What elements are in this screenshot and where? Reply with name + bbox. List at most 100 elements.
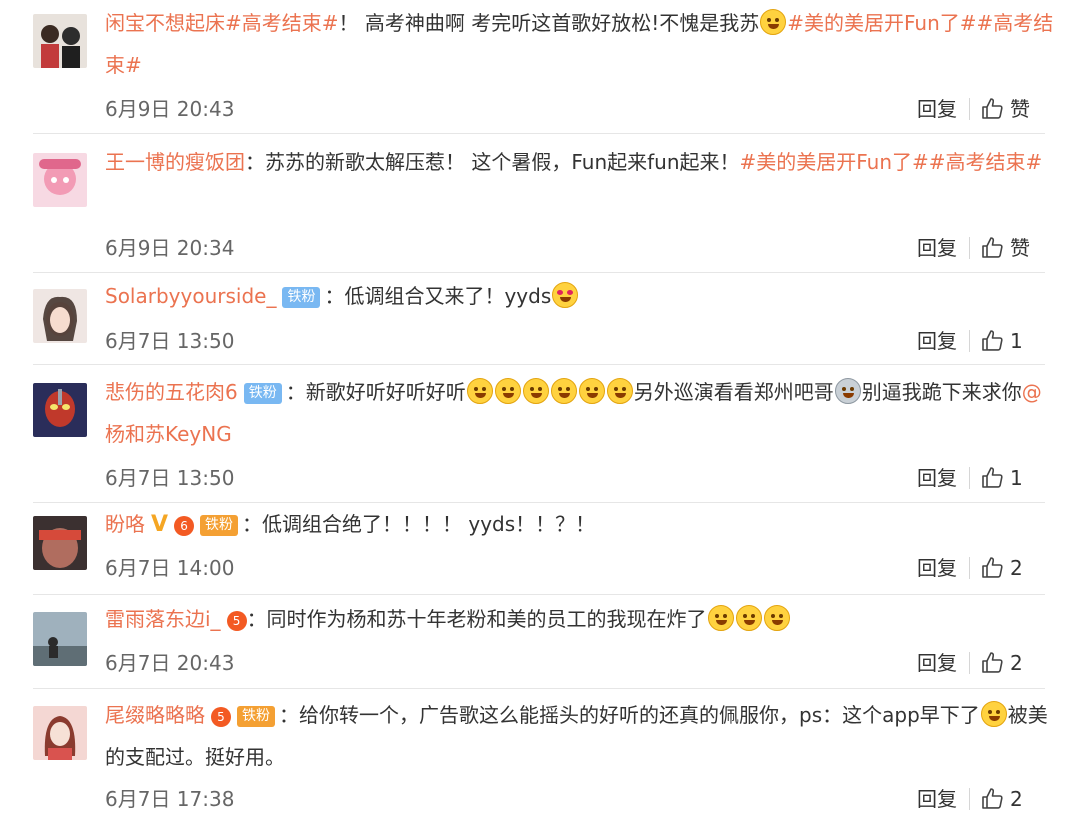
like-count: 2 <box>1010 651 1023 675</box>
fan-crown-icon: 5 <box>211 707 231 727</box>
username-link[interactable]: Solarbyyourside_ <box>105 284 276 308</box>
comment-actions: 回复 赞 <box>917 93 1030 122</box>
comment-text: 王一博的瘦饭团：苏苏的新歌太解压惹！ 这个暑假，Fun起来fun起来！#美的美居… <box>105 141 1056 183</box>
username-link[interactable]: 雷雨落东边i_ <box>105 607 221 631</box>
like-count: 2 <box>1010 787 1023 811</box>
divider <box>969 788 970 810</box>
comment-body: 另外巡演看看郑州吧哥 <box>633 380 834 404</box>
crying-laugh-emoji-icon <box>466 378 493 404</box>
comment-time: 6月7日 13:50 <box>105 466 235 490</box>
laughing-emoji-icon <box>735 605 762 631</box>
comment-body: ：苏苏的新歌太解压惹！ 这个暑假，Fun起来fun起来！ <box>245 150 740 174</box>
username-link[interactable]: 悲伤的五花肉6 <box>105 380 238 404</box>
fan-badge: 铁粉 <box>200 515 239 536</box>
comment-body: ：同时作为杨和苏十年老粉和美的员工的我现在炸了 <box>246 607 707 631</box>
divider <box>33 688 1045 689</box>
like-count: 赞 <box>1010 236 1030 260</box>
comment-text: 悲伤的五花肉6 铁粉 ：新歌好听好听好听 另外巡演看看郑州吧哥 别逼我跪下来求你@杨和苏… <box>105 371 1056 455</box>
topic-link[interactable]: #高考结束# <box>225 11 339 35</box>
avatar[interactable] <box>33 516 87 570</box>
username-link[interactable]: 王一博的瘦饭团 <box>105 150 245 174</box>
thumbs-up-icon <box>982 557 1003 578</box>
divider <box>33 133 1045 134</box>
avatar[interactable] <box>33 612 87 666</box>
reply-button[interactable]: 回复 <box>917 236 957 260</box>
comment-body: ：低调组合绝了！！！！ yyds！！？！ <box>242 512 596 536</box>
thumbs-up-icon <box>982 237 1003 258</box>
comment-text: 尾缀略略略 5 铁粉 ：给你转一个，广告歌这么能摇头的好听的还真的佩服你，ps：这个a… <box>105 694 1056 778</box>
comment-time: 6月7日 17:38 <box>105 787 235 811</box>
fan-crown-icon: 5 <box>226 611 247 631</box>
comment-time: 6月9日 20:34 <box>105 236 235 260</box>
crying-laugh-emoji-icon <box>550 378 577 404</box>
comment-text: 盼咯 V 6 铁粉 ：低调组合绝了！！！！ yyds！！？！ <box>105 503 1056 546</box>
reply-button[interactable]: 回复 <box>917 651 957 675</box>
comment-time: 6月7日 20:43 <box>105 651 235 675</box>
fan-badge: 铁粉 <box>237 706 275 727</box>
comment-time: 6月7日 14:00 <box>105 556 235 580</box>
topic-link[interactable]: #美的美居开Fun了##高考结束# <box>740 150 1043 174</box>
divider <box>969 652 970 674</box>
crying-laugh-emoji-icon <box>522 378 549 404</box>
like-button[interactable]: 2 <box>980 651 1023 675</box>
comment-time: 6月7日 13:50 <box>105 329 235 353</box>
comment-body: ！ 高考神曲啊 考完听这首歌好放松!不愧是我苏 <box>338 11 760 35</box>
avatar[interactable] <box>33 289 87 343</box>
divider <box>33 272 1045 273</box>
reply-button[interactable]: 回复 <box>917 556 957 580</box>
reply-button[interactable]: 回复 <box>917 97 957 121</box>
thumbs-up-icon <box>982 788 1003 809</box>
thumbs-up-icon <box>982 652 1003 673</box>
thumbs-up-icon <box>982 98 1003 119</box>
comment-actions: 回复 1 <box>917 462 1023 491</box>
like-button[interactable]: 1 <box>980 329 1023 353</box>
emoji-icon <box>760 9 787 35</box>
reply-button[interactable]: 回复 <box>917 466 957 490</box>
avatar[interactable] <box>33 14 87 68</box>
like-button[interactable]: 赞 <box>980 97 1030 121</box>
like-button[interactable]: 1 <box>980 466 1023 490</box>
crying-laugh-emoji-icon <box>980 701 1007 727</box>
reply-button[interactable]: 回复 <box>917 329 957 353</box>
like-count: 1 <box>1010 329 1023 353</box>
laughing-emoji-icon <box>707 605 734 631</box>
comment-body: ：给你转一个，广告歌这么能摇头的好听的还真的佩服你，ps：这个app早下了 <box>279 703 980 727</box>
username-link[interactable]: 尾缀略略略 <box>105 703 205 727</box>
comment-text: Solarbyyourside_ 铁粉 ：低调组合又来了！yyds <box>105 275 1056 317</box>
comment-time: 6月9日 20:43 <box>105 97 235 121</box>
like-count: 赞 <box>1010 97 1030 121</box>
comment-body: 别逼我跪下来求你 <box>861 380 1022 404</box>
avatar[interactable] <box>33 706 87 760</box>
crying-laugh-emoji-icon <box>494 378 521 404</box>
comment-actions: 回复 2 <box>917 647 1023 676</box>
divider <box>969 237 970 259</box>
username-link[interactable]: 闲宝不想起床 <box>105 11 225 35</box>
username-link[interactable]: 盼咯 <box>105 512 145 536</box>
avatar[interactable] <box>33 383 87 437</box>
reply-button[interactable]: 回复 <box>917 787 957 811</box>
fan-badge: 铁粉 <box>243 383 282 404</box>
comment-actions: 回复 2 <box>917 783 1023 812</box>
thumbs-up-icon <box>982 467 1003 488</box>
divider <box>969 467 970 489</box>
like-button[interactable]: 赞 <box>980 236 1030 260</box>
avatar[interactable] <box>33 153 87 207</box>
like-count: 2 <box>1010 556 1023 580</box>
divider <box>33 364 1045 365</box>
fan-crown-icon: 6 <box>174 516 195 536</box>
like-button[interactable]: 2 <box>980 556 1023 580</box>
fan-badge: 铁粉 <box>282 287 321 308</box>
like-count: 1 <box>1010 466 1023 490</box>
comment-text: 闲宝不想起床#高考结束#！ 高考神曲啊 考完听这首歌好放松!不愧是我苏 #美的美居… <box>105 2 1056 86</box>
comment-actions: 回复 赞 <box>917 232 1030 261</box>
robot-emoji-icon <box>834 378 861 404</box>
comment-actions: 回复 1 <box>917 325 1023 354</box>
comment-actions: 回复 2 <box>917 552 1023 581</box>
like-button[interactable]: 2 <box>980 787 1023 811</box>
divider <box>969 330 970 352</box>
crying-laugh-emoji-icon <box>606 378 633 404</box>
verified-v-icon: V <box>151 512 169 537</box>
heart-eyes-emoji-icon <box>552 282 579 308</box>
comment-body: ：低调组合又来了！yyds <box>324 284 552 308</box>
divider <box>969 557 970 579</box>
